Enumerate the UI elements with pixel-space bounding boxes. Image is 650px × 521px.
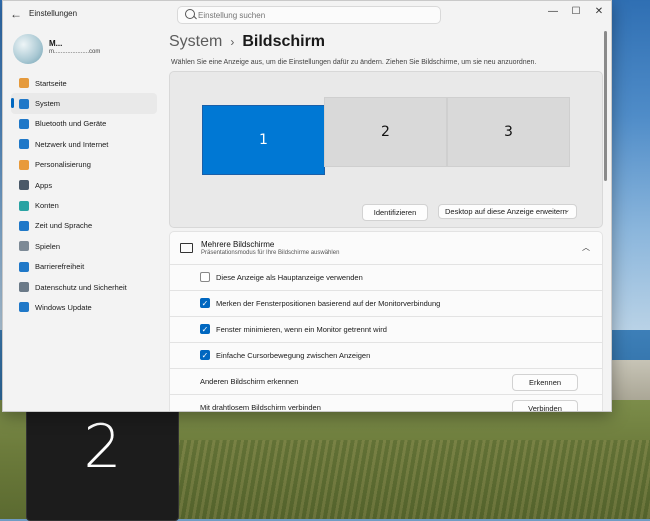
sidebar-nav: Startseite System Bluetooth und Geräte Netz… xyxy=(11,73,157,318)
minimize-button[interactable]: — xyxy=(541,4,565,20)
search-box[interactable] xyxy=(177,6,441,24)
extend-mode-select[interactable]: Desktop auf diese Anzeige erweitern ⌄ xyxy=(438,204,577,219)
chevron-down-icon: ⌄ xyxy=(564,207,570,214)
sidebar-item-system[interactable]: System xyxy=(11,93,157,114)
home-icon xyxy=(19,78,29,89)
multiple-displays-subtitle: Präsentationsmodus für Ihre Bildschirme … xyxy=(201,250,340,256)
sidebar-item-label: Konten xyxy=(35,201,59,211)
breadcrumb: System › Bildschirm xyxy=(169,31,325,53)
sidebar-item-windows-update[interactable]: Windows Update xyxy=(11,297,157,317)
close-button[interactable]: ✕ xyxy=(587,4,611,20)
sidebar-item-apps[interactable]: Apps xyxy=(11,175,157,195)
monitor-1[interactable]: 1 xyxy=(202,105,325,175)
extend-mode-value: Desktop auf diese Anzeige erweitern xyxy=(445,207,567,216)
back-button[interactable]: ← xyxy=(9,7,23,21)
sidebar-item-zeit-und-sprache[interactable]: Zeit und Sprache xyxy=(11,216,157,236)
gamepad-icon xyxy=(19,241,29,252)
option-label: Einfache Cursorbewegung zwischen Anzeige… xyxy=(216,351,371,360)
profile-name: M... xyxy=(49,39,63,48)
sidebar-item-bluetooth-und-geräte[interactable]: Bluetooth und Geräte xyxy=(11,114,157,134)
title-bar: ← Einstellungen — ☐ ✕ xyxy=(3,1,611,27)
option-label: Diese Anzeige als Hauptanzeige verwenden xyxy=(216,273,363,282)
checkmark-icon: ✓ xyxy=(201,325,209,334)
option-label: Fenster minimieren, wenn ein Monitor get… xyxy=(216,325,387,334)
option-row: Diese Anzeige als Hauptanzeige verwenden xyxy=(169,264,603,291)
connect-button[interactable]: Verbinden xyxy=(512,400,578,411)
checkbox[interactable]: ✓ xyxy=(200,324,210,334)
wallpaper-grass-texture xyxy=(170,440,650,519)
search-input[interactable] xyxy=(198,7,434,23)
bluetooth-icon xyxy=(19,118,29,129)
globe-clock-icon xyxy=(19,220,29,231)
display-arrangement: 1 2 3 Identifizieren Desktop auf diese A… xyxy=(169,71,603,228)
sidebar-item-barrierefreiheit[interactable]: Barrierefreiheit xyxy=(11,257,157,277)
monitor-3[interactable]: 3 xyxy=(447,97,570,167)
chevron-right-icon: › xyxy=(230,35,235,49)
checkmark-icon: ✓ xyxy=(201,299,209,308)
multiple-displays-header[interactable]: Mehrere Bildschirme Präsentationsmodus f… xyxy=(169,231,603,266)
sidebar-item-label: Spielen xyxy=(35,241,61,251)
sidebar-item-startseite[interactable]: Startseite xyxy=(11,73,157,93)
detect-button[interactable]: Erkennen xyxy=(512,374,578,391)
option-row: ✓ Einfache Cursorbewegung zwischen Anzeig… xyxy=(169,342,603,369)
avatar[interactable] xyxy=(13,34,43,64)
option-row: ✓ Fenster minimieren, wenn ein Monitor ge… xyxy=(169,316,603,343)
scrollbar[interactable] xyxy=(604,31,607,181)
update-icon xyxy=(19,302,29,313)
maximize-button[interactable]: ☐ xyxy=(564,4,588,20)
checkmark-icon: ✓ xyxy=(201,351,209,360)
checkbox[interactable]: ✓ xyxy=(200,298,210,308)
sidebar-item-personalisierung[interactable]: Personalisierung xyxy=(11,155,157,175)
sidebar-item-label: Barrierefreiheit xyxy=(35,262,85,272)
checkbox[interactable]: ✓ xyxy=(200,350,210,360)
sidebar-item-label: System xyxy=(35,99,61,109)
checkbox[interactable] xyxy=(200,272,210,282)
wireless-display-row: Mit drahtlosem Bildschirm verbinden Verb… xyxy=(169,394,603,412)
sidebar-item-spielen[interactable]: Spielen xyxy=(11,236,157,256)
detect-display-label: Anderen Bildschirm erkennen xyxy=(200,377,299,386)
monitor-2[interactable]: 2 xyxy=(324,97,447,167)
sidebar-item-label: Datenschutz und Sicherheit xyxy=(35,282,127,292)
account-icon xyxy=(19,200,29,211)
network-icon xyxy=(19,139,29,150)
brush-icon xyxy=(19,159,29,170)
sidebar-item-label: Startseite xyxy=(35,78,67,88)
app-title: Einstellungen xyxy=(29,9,78,18)
apps-icon xyxy=(19,180,29,191)
option-label: Merken der Fensterpositionen basierend a… xyxy=(216,299,441,308)
sidebar-item-label: Netzwerk und Internet xyxy=(35,139,109,149)
sidebar-item-konten[interactable]: Konten xyxy=(11,195,157,215)
multiple-displays-title: Mehrere Bildschirme xyxy=(201,240,275,249)
option-row: ✓ Merken der Fensterpositionen basierend … xyxy=(169,290,603,317)
multi-display-icon xyxy=(180,243,193,253)
sidebar-item-netzwerk-und-internet[interactable]: Netzwerk und Internet xyxy=(11,134,157,154)
arrange-hint: Wählen Sie eine Anzeige aus, um die Eins… xyxy=(171,59,537,66)
search-icon xyxy=(185,9,195,19)
sidebar-item-label: Personalisierung xyxy=(35,160,91,170)
profile-email: m.....................com xyxy=(49,49,101,55)
sidebar-item-datenschutz-und-sicherheit[interactable]: Datenschutz und Sicherheit xyxy=(11,277,157,297)
detect-display-row: Anderen Bildschirm erkennen Erkennen xyxy=(169,368,603,395)
identify-button[interactable]: Identifizieren xyxy=(362,204,428,221)
sidebar-item-label: Bluetooth und Geräte xyxy=(35,119,107,129)
wireless-display-label: Mit drahtlosem Bildschirm verbinden xyxy=(200,403,321,412)
breadcrumb-system[interactable]: System xyxy=(169,33,222,51)
settings-window: ← Einstellungen — ☐ ✕ M... m............… xyxy=(2,0,612,412)
sidebar-item-label: Windows Update xyxy=(35,302,92,312)
shield-icon xyxy=(19,282,29,293)
accessibility-icon xyxy=(19,261,29,272)
sidebar-item-label: Apps xyxy=(35,180,53,190)
chevron-up-icon[interactable]: ︿ xyxy=(582,242,590,253)
system-icon xyxy=(19,98,29,109)
back-arrow-icon: ← xyxy=(10,7,22,21)
page-title: Bildschirm xyxy=(242,33,326,50)
sidebar-item-label: Zeit und Sprache xyxy=(35,221,93,231)
